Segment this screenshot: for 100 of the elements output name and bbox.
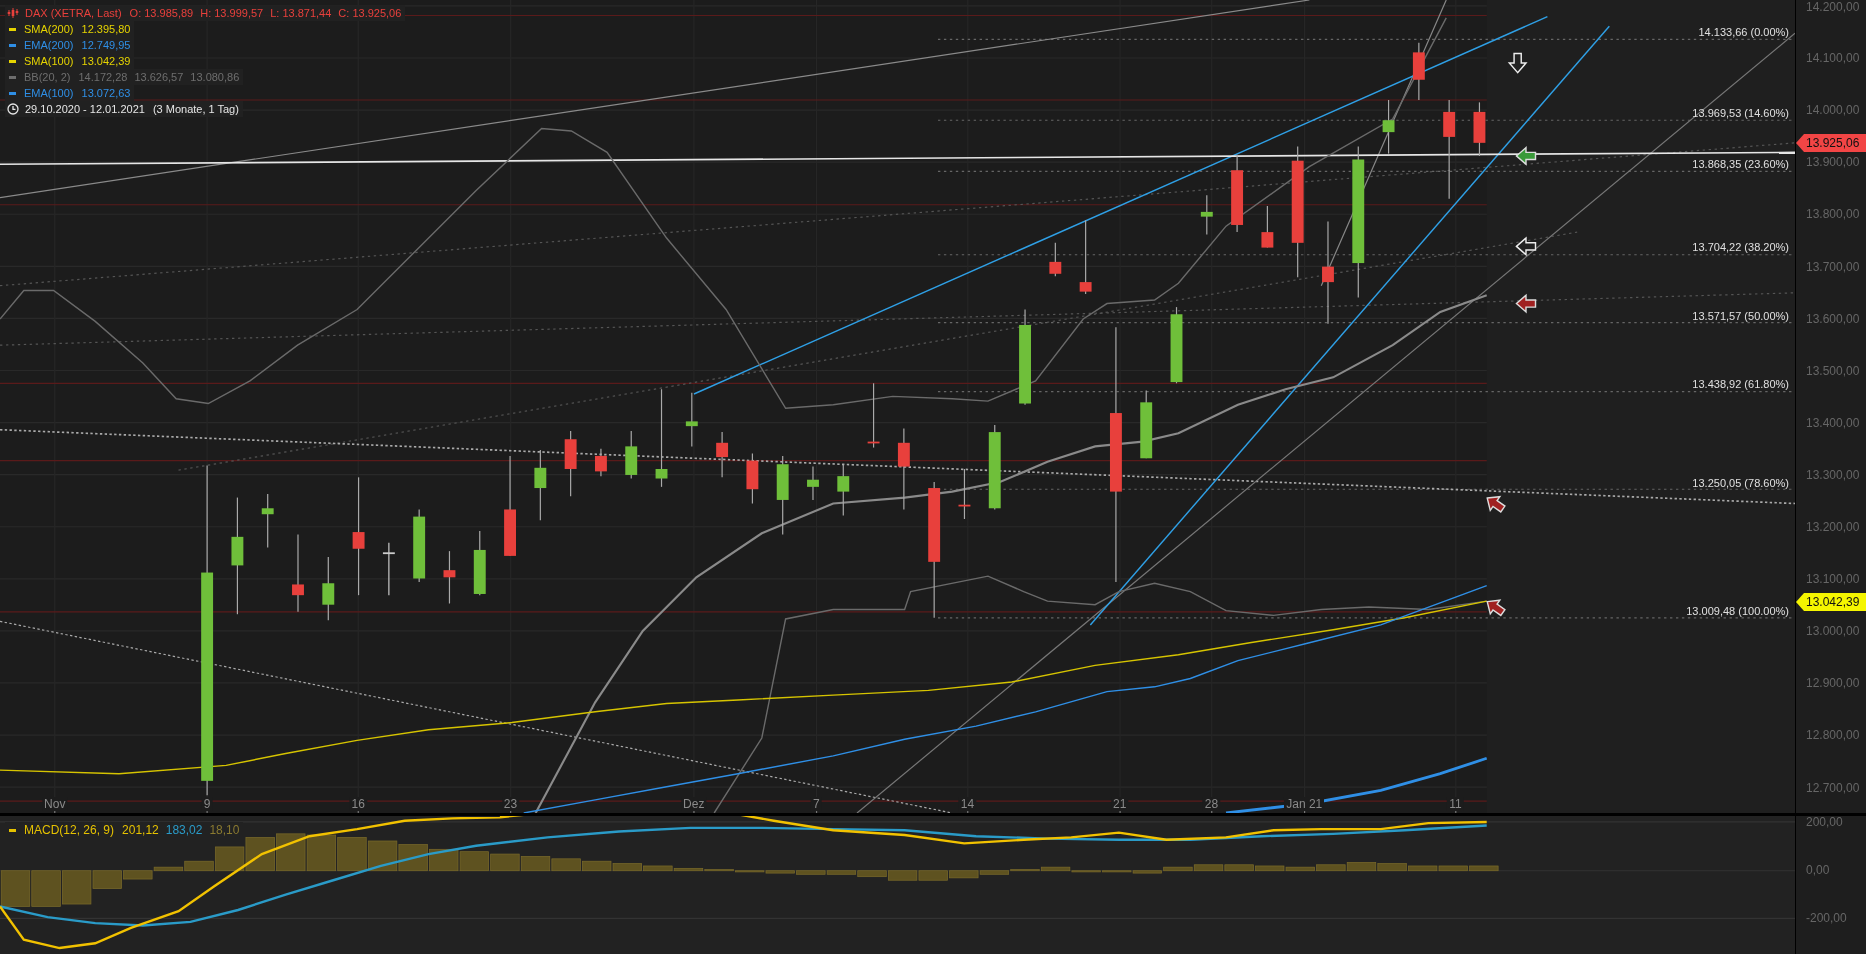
candlestick <box>958 468 971 520</box>
candlestick <box>867 382 880 449</box>
histogram-bar <box>1377 863 1407 872</box>
date-axis-label: Jan 21 <box>1284 797 1325 811</box>
histogram-bar <box>612 863 642 872</box>
candlestick <box>1049 242 1062 277</box>
histogram-bar <box>398 844 428 872</box>
price-tag: 13.925,06 <box>1796 134 1866 152</box>
price-axis-label: 13.000,00 <box>1806 624 1860 639</box>
histogram-bar <box>520 856 551 872</box>
histogram-bar <box>551 858 581 872</box>
legend-value: 183,02 <box>165 823 203 837</box>
signal-arrow-icon <box>1486 599 1506 617</box>
candlestick <box>1200 194 1213 236</box>
price-axis-label: 14.100,00 <box>1806 51 1860 66</box>
date-axis-label: Dez <box>681 797 707 811</box>
histogram-bar <box>245 837 275 872</box>
legend-value: 201,12 <box>122 823 159 837</box>
signal-arrow-icon <box>1507 52 1528 74</box>
histogram-bar <box>459 851 489 872</box>
signal-arrow-icon <box>1515 293 1537 314</box>
macd-axis-label: 200,00 <box>1806 815 1843 829</box>
histogram-bar <box>0 870 31 907</box>
legend-label: EMA(200) <box>24 39 74 51</box>
candlestick <box>716 431 729 478</box>
histogram-bar <box>31 870 61 907</box>
price-axis-label: 14.200,00 <box>1806 0 1860 14</box>
legend-value: (3 Monate, 1 Tag) <box>152 103 239 115</box>
macd-axis-label: -200,00 <box>1806 911 1847 925</box>
candlestick <box>322 556 335 621</box>
price-tag: 13.042,39 <box>1796 593 1866 611</box>
price-axis-label: 13.800,00 <box>1806 207 1860 222</box>
legend-value: 18,10 <box>209 823 240 837</box>
date-axis-label: 21 <box>1111 797 1129 811</box>
price-axis-label: 13.600,00 <box>1806 311 1860 326</box>
legend-value: H: 13.999,57 <box>200 7 264 19</box>
legend-label: BB(20, 2) <box>24 71 71 83</box>
histogram-bar <box>582 860 612 872</box>
legend-value: 13.072,63 <box>81 87 131 99</box>
date-axis-label: Nov <box>42 797 68 811</box>
date-axis-label: 14 <box>958 797 977 811</box>
date-axis-label: 11 <box>1447 797 1464 811</box>
legend-value: 14.172,28 <box>78 71 128 83</box>
legend-label: DAX (XETRA, Last) <box>25 7 122 19</box>
histogram-bar <box>887 870 918 881</box>
legend-value: 12.395,80 <box>81 23 131 35</box>
fibonacci-level-label: 13.438,92 (61.80%) <box>1692 377 1789 391</box>
candlestick <box>685 392 698 447</box>
legend-value: 13.080,86 <box>190 71 240 83</box>
macd-axis-label: 0,00 <box>1806 863 1830 877</box>
price-axis-label: 14.000,00 <box>1806 103 1860 118</box>
candlestick <box>534 449 547 521</box>
signal-arrow-icon <box>1486 495 1506 513</box>
candlestick <box>564 430 577 497</box>
fibonacci-level-label: 13.704,22 (38.20%) <box>1692 240 1789 254</box>
fibonacci-level-label: 14.133,66 (0.00%) <box>1698 25 1789 39</box>
date-axis-label: 7 <box>811 797 822 811</box>
candlestick <box>625 430 638 480</box>
candlestick <box>473 530 486 596</box>
legend-label: EMA(100) <box>24 87 74 99</box>
candlestick <box>807 466 819 501</box>
histogram-bar <box>490 853 520 872</box>
legend-value: L: 13.871,44 <box>270 7 332 19</box>
price-axis-label: 13.300,00 <box>1806 467 1860 482</box>
candlestick <box>1382 99 1395 155</box>
candlestick <box>1261 205 1274 249</box>
legend-label: MACD(12, 26, 9) <box>24 823 115 837</box>
price-axis-label: 12.800,00 <box>1806 728 1860 743</box>
price-axis-label: 12.700,00 <box>1806 780 1860 795</box>
candlestick <box>1140 389 1153 459</box>
legend-label: SMA(100) <box>24 55 74 67</box>
candlestick <box>1412 42 1425 101</box>
legend-value: 13.626,57 <box>134 71 184 83</box>
legend-value: C: 13.925,06 <box>338 7 402 19</box>
price-axis-label: 12.900,00 <box>1806 676 1860 691</box>
price-axis-label: 13.700,00 <box>1806 259 1860 274</box>
legend-label: SMA(200) <box>24 23 74 35</box>
legend-value: 12.749,95 <box>81 39 131 51</box>
price-axis-label: 13.500,00 <box>1806 363 1860 378</box>
legend-value: O: 13.985,89 <box>129 7 194 19</box>
candlestick <box>382 542 395 596</box>
price-axis-label: 13.200,00 <box>1806 520 1860 534</box>
date-axis-label: 23 <box>501 797 520 811</box>
date-axis-label: 9 <box>201 797 213 811</box>
candlestick <box>837 463 850 516</box>
fibonacci-level-label: 13.868,35 (23.60%) <box>1692 157 1789 171</box>
candlestick <box>746 452 759 505</box>
price-axis-label: 13.900,00 <box>1806 155 1860 170</box>
histogram-bar <box>1346 862 1377 872</box>
histogram-bar <box>918 870 948 881</box>
date-axis-label: 28 <box>1202 797 1221 811</box>
candlestick <box>443 550 456 605</box>
legend-value: 13.042,39 <box>81 55 131 67</box>
date-axis-label: 16 <box>349 797 367 811</box>
histogram-bar <box>276 833 306 872</box>
candlestick <box>595 448 607 477</box>
candlestick <box>1473 101 1486 157</box>
fibonacci-level-label: 13.250,05 (78.60%) <box>1692 476 1789 490</box>
fibonacci-level-label: 13.571,57 (50.00%) <box>1692 309 1789 323</box>
histogram-bar <box>337 837 367 872</box>
